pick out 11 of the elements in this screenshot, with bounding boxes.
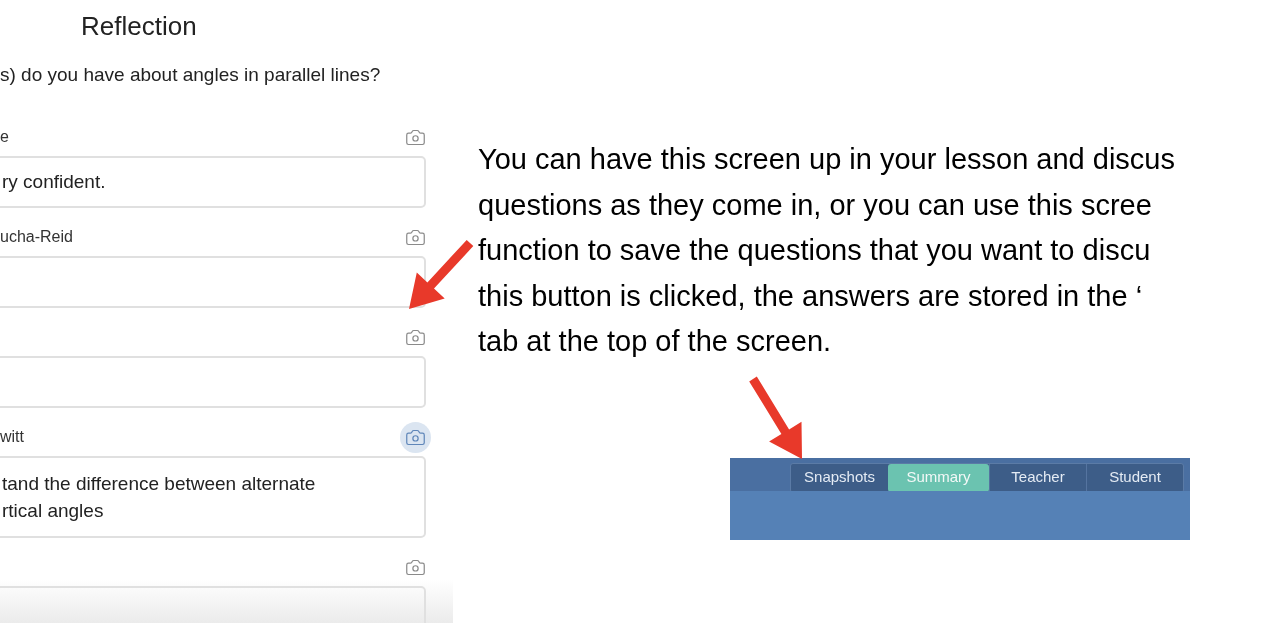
annotation-arrow: [409, 239, 474, 309]
student-name: witt: [0, 427, 24, 447]
snapshot-button[interactable]: [400, 421, 431, 453]
tab[interactable]: Snapshots: [791, 463, 888, 492]
instruction-paragraph: You can have this screen up in your lesson and discus questions as they come in, or you can use this scree function to save the questions that you want to discu this button is clicked, the answers are stored in the ‘ tab at the top of the screen.: [478, 142, 1176, 359]
student-name: ucha-Reid: [0, 227, 73, 247]
answer-text: ry confident.: [2, 169, 106, 194]
student-name: e: [0, 127, 9, 147]
panel-title: Reflection: [81, 9, 197, 43]
question-text: s) do you have about angles in parallel lines?: [0, 62, 381, 87]
answer-text: tand the difference between alternate rtical angles: [2, 473, 316, 521]
